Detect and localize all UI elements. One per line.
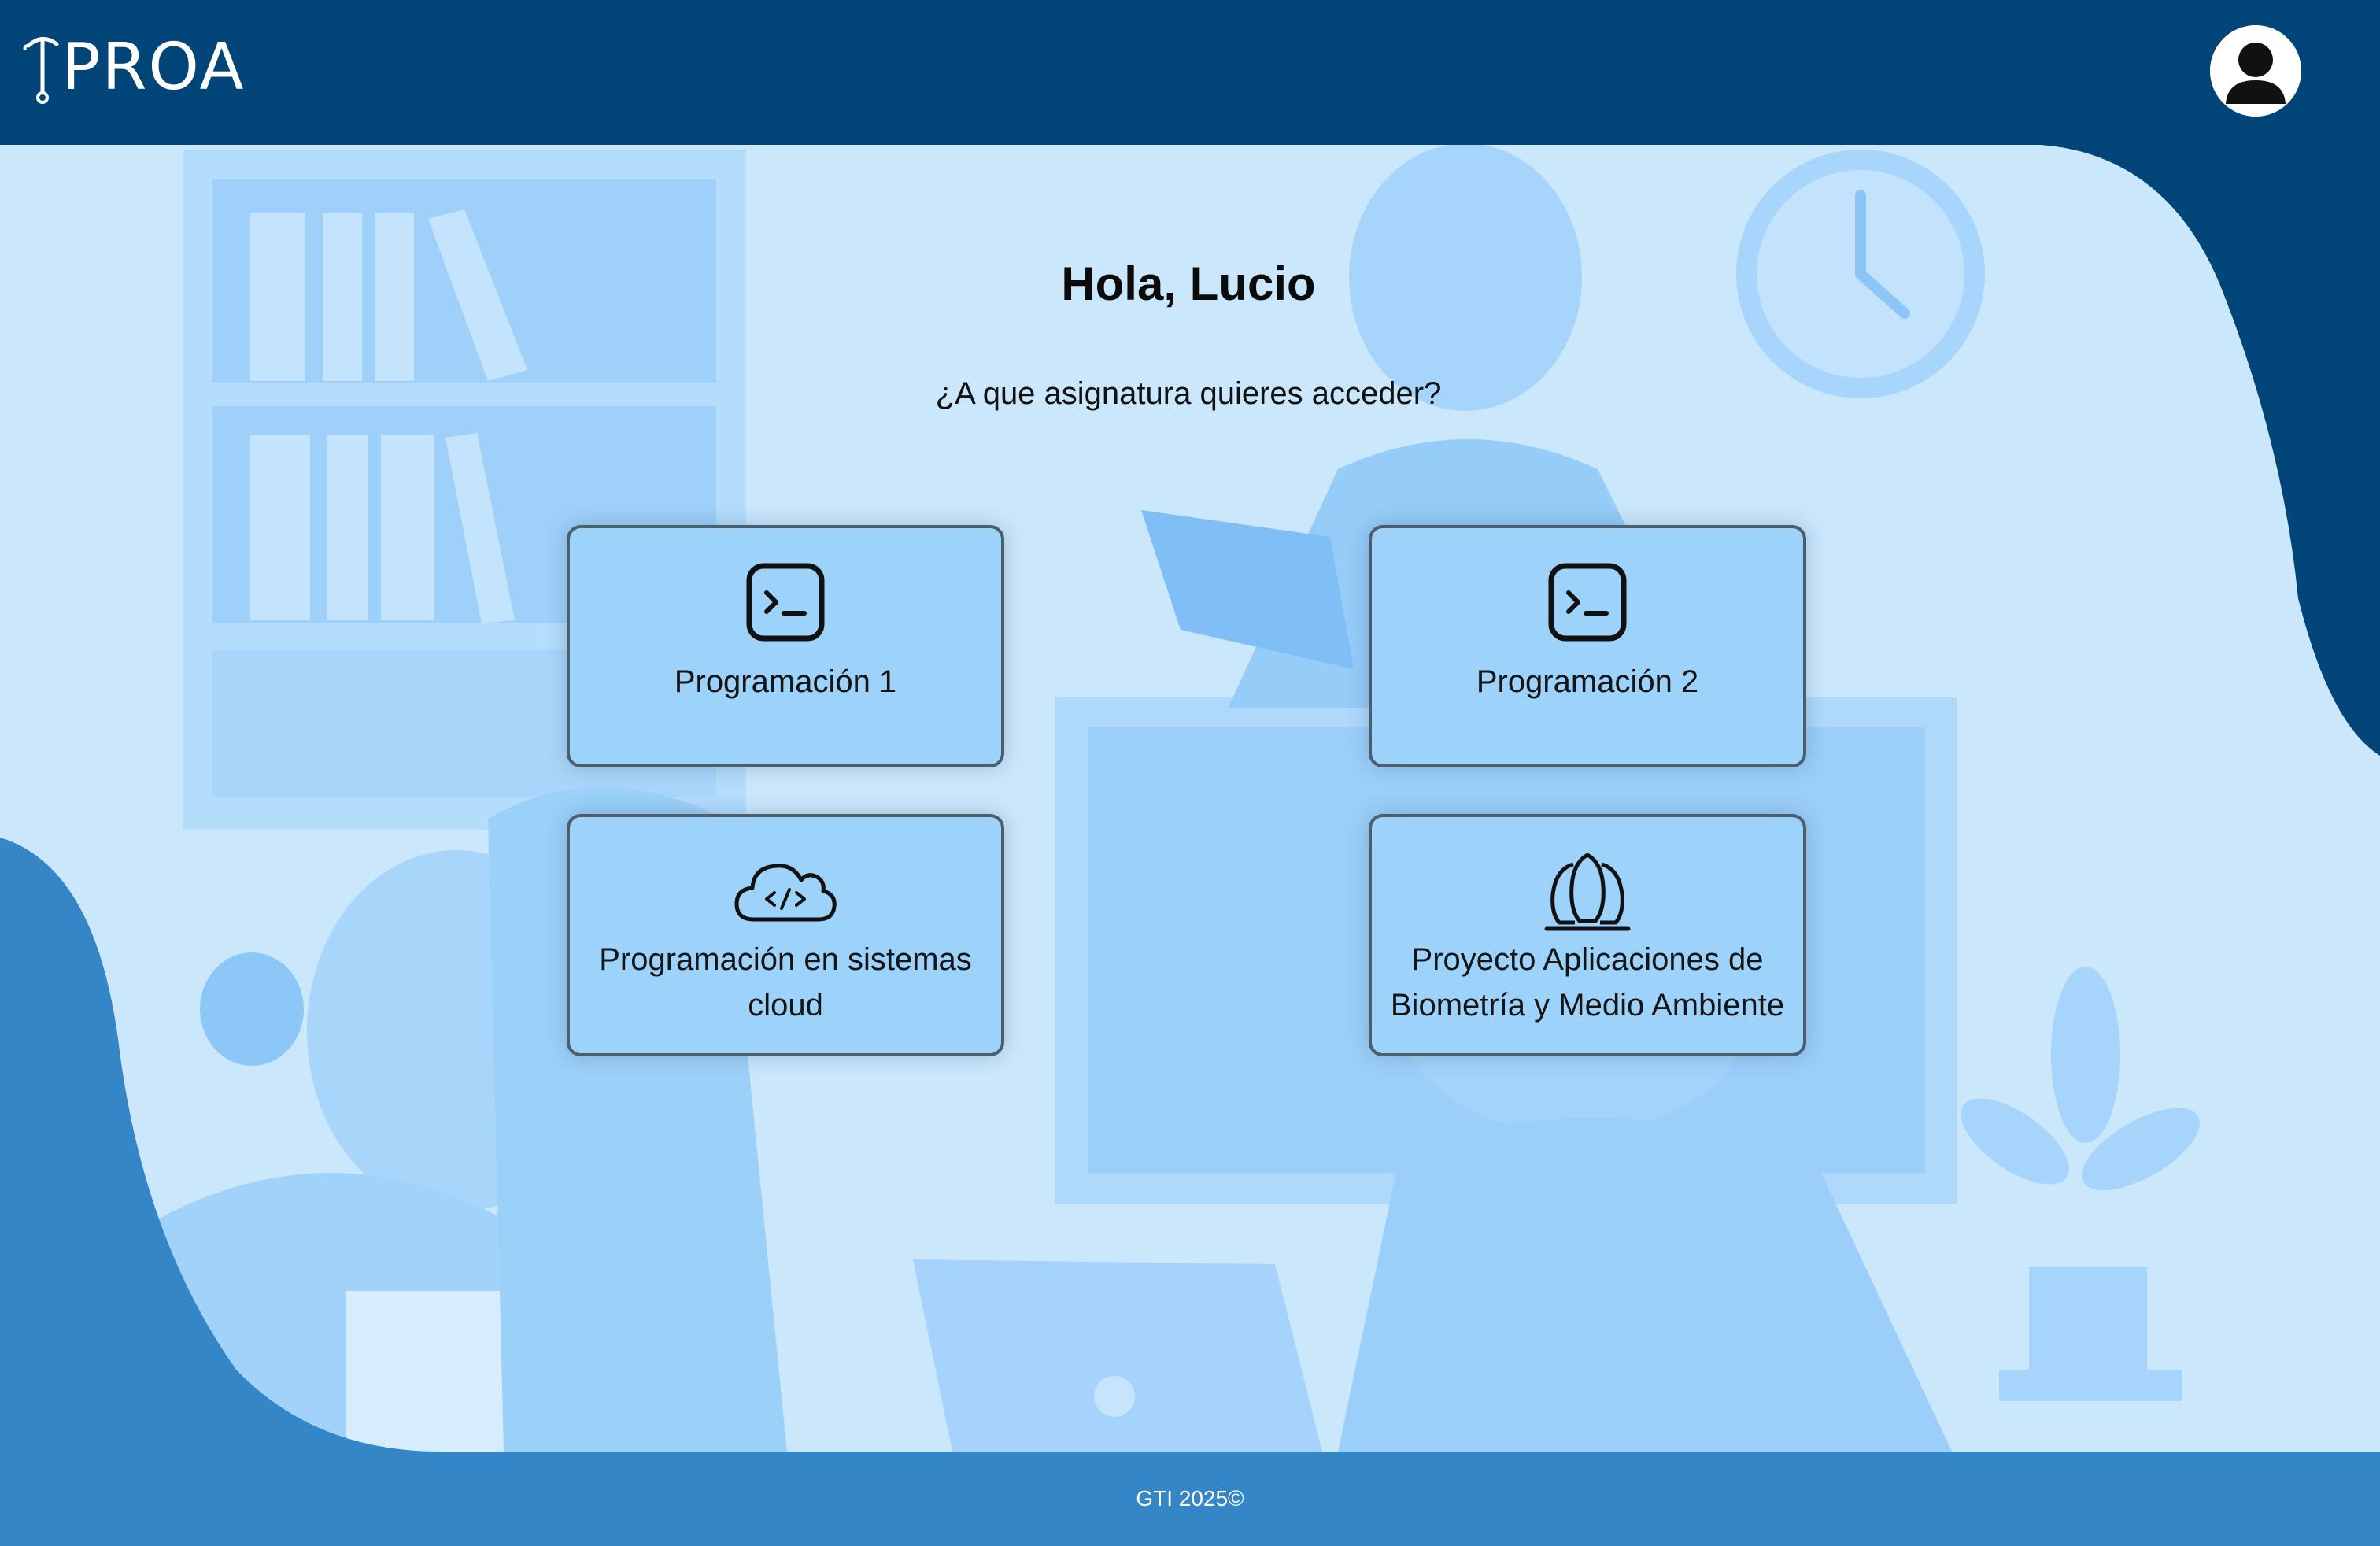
subject-card-label: Programación 1 (674, 664, 897, 699)
subject-card-label: Programación en sistemas cloud (599, 942, 972, 1023)
subject-card-label: Proyecto Aplicaciones de Biometría y Med… (1390, 942, 1785, 1023)
greeting-title: Hola, Lucio (1061, 257, 1316, 310)
terminal-icon (1548, 563, 1627, 642)
lungs-icon (1544, 853, 1631, 931)
subject-card-programacion-2[interactable]: Programación 2 (1369, 525, 1806, 767)
user-avatar-button[interactable] (2210, 25, 2301, 117)
cloud-code-icon (734, 864, 837, 922)
proa-logo[interactable]: PROA (19, 30, 246, 105)
footer-copyright: GTI 2025© (1136, 1486, 1244, 1511)
proa-logo-mark-icon (23, 37, 59, 104)
logo-text: PROA (61, 30, 246, 105)
terminal-icon (746, 563, 825, 642)
subject-question: ¿A que asignatura quieres acceder? (935, 376, 1442, 411)
subject-card-proyecto-biometria[interactable]: Proyecto Aplicaciones de Biometría y Med… (1369, 814, 1806, 1056)
footer: GTI 2025© (0, 1452, 2380, 1546)
user-avatar-icon (2210, 25, 2301, 117)
subject-card-programacion-1[interactable]: Programación 1 (567, 525, 1004, 767)
subject-card-programacion-cloud[interactable]: Programación en sistemas cloud (567, 814, 1004, 1056)
background-illustration (0, 0, 2380, 1546)
top-bar: PROA (0, 0, 2380, 145)
subject-card-label: Programación 2 (1476, 664, 1699, 699)
